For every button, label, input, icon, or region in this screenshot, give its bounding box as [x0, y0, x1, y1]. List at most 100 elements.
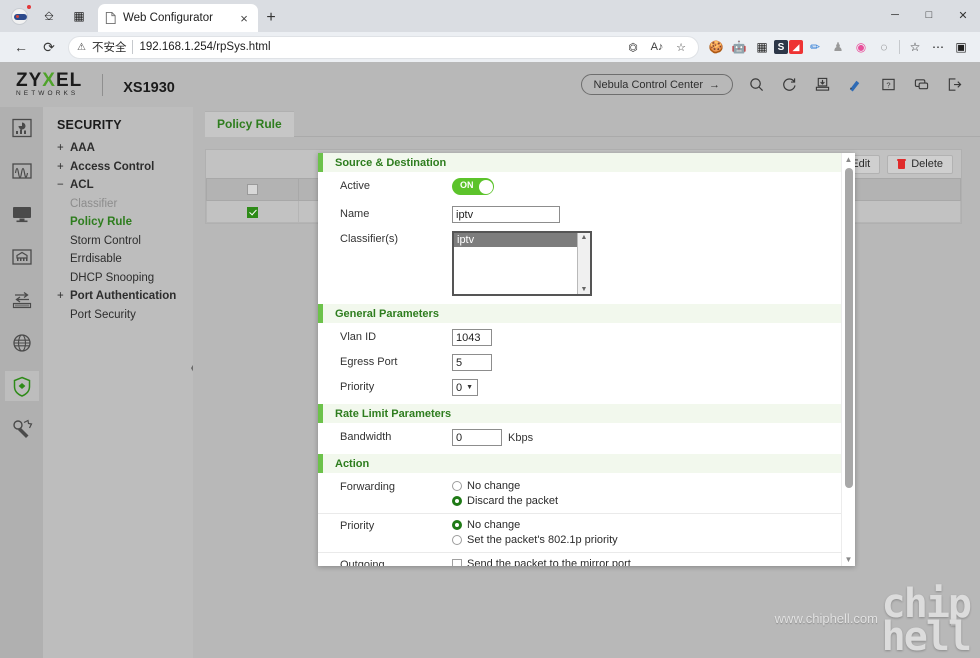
sidebar-nav: SECURITY + AAA + Access Control − ACL Cl… — [43, 107, 199, 658]
delete-button[interactable]: Delete — [887, 154, 953, 174]
row-checkbox[interactable] — [247, 206, 258, 218]
watermark: www.chiphell.com chip hell — [775, 581, 972, 658]
security-shield-icon[interactable] — [4, 371, 39, 401]
save-icon[interactable] — [813, 75, 832, 94]
sidebar-item-label: AAA — [70, 142, 95, 155]
select-all-header[interactable] — [206, 178, 299, 201]
maintenance-tools-icon[interactable] — [5, 414, 39, 444]
split-screen-icon[interactable]: ▦ — [751, 36, 773, 58]
sidebar-item-policy-rule[interactable]: Policy Rule — [43, 213, 193, 232]
priority-select[interactable]: 0 ▼ — [452, 379, 478, 396]
watermark-logo-line1: chip — [881, 581, 972, 628]
checkbox-icon — [452, 559, 462, 566]
chat-icon[interactable] — [912, 75, 931, 94]
browser-more-icon[interactable]: ⋯ — [927, 36, 949, 58]
forwarding-option-no-change[interactable]: No change — [452, 479, 841, 493]
reload-button[interactable]: ⟳ — [36, 34, 62, 60]
option-label: No change — [467, 480, 521, 492]
classifier-listbox[interactable]: iptv ▲ ▼ — [452, 231, 592, 296]
tab-close-icon[interactable]: × — [236, 12, 252, 25]
new-tab-button[interactable]: + — [258, 5, 284, 31]
refresh-icon[interactable] — [780, 75, 799, 94]
scroll-up-icon[interactable]: ▲ — [845, 153, 853, 166]
logo-divider — [102, 73, 104, 96]
expand-icon: + — [57, 290, 64, 303]
name-input[interactable]: iptv — [452, 206, 560, 223]
search-icon[interactable] — [747, 75, 766, 94]
egress-port-input[interactable]: 5 — [452, 354, 492, 371]
sidebar-item-dhcp-snooping[interactable]: DHCP Snooping — [43, 269, 193, 288]
window-maximize-button[interactable]: □ — [912, 0, 946, 30]
brand-name: ZYXEL — [16, 70, 83, 92]
favorites-icon[interactable]: ☆ — [904, 36, 926, 58]
outgoing-option-mirror-port[interactable]: Send the packet to the mirror port — [452, 557, 841, 566]
tab-split-icon[interactable]: ▦ — [64, 2, 94, 30]
window-close-button[interactable]: ✕ — [946, 0, 980, 30]
help-icon[interactable]: ? — [879, 75, 898, 94]
bandwidth-input[interactable]: 0 — [452, 429, 502, 446]
cookie-extension-icon[interactable]: 🍪 — [705, 36, 727, 58]
tab-policy-rule[interactable]: Policy Rule — [205, 111, 294, 137]
sidebar-item-errdisable[interactable]: Errdisable — [43, 250, 193, 269]
dashboard-icon[interactable] — [5, 113, 39, 143]
back-button[interactable]: ← — [8, 34, 34, 60]
person-extension-icon[interactable]: ♟ — [827, 36, 849, 58]
listbox-scrollbar[interactable]: ▲ ▼ — [577, 233, 590, 294]
page-favicon-icon — [105, 11, 116, 25]
section-header-action: Action — [318, 454, 841, 473]
sidebar-item-port-security[interactable]: Port Security — [43, 306, 193, 325]
scroll-up-icon[interactable]: ▲ — [581, 234, 588, 241]
port-icon[interactable] — [5, 242, 39, 272]
sidebar-item-label: Errdisable — [70, 253, 122, 266]
tab-collections-icon[interactable]: ⎒ — [34, 2, 64, 30]
s-badge-extension-icon[interactable]: S — [774, 40, 788, 54]
option-label: Send the packet to the mirror port — [467, 558, 631, 566]
window-minimize-button[interactable]: ─ — [878, 0, 912, 30]
nebula-control-center-button[interactable]: Nebula Control Center → — [580, 74, 733, 95]
option-label: Set the packet's 802.1p priority — [467, 534, 618, 546]
forwarding-option-discard[interactable]: Discard the packet — [452, 494, 841, 508]
ghost-extension-icon[interactable]: ◌ — [873, 36, 895, 58]
row-select-cell[interactable] — [206, 200, 299, 223]
sidebar-item-aaa[interactable]: + AAA — [43, 139, 193, 158]
logout-icon[interactable] — [945, 75, 964, 94]
dialog-scrollbar[interactable]: ▲ ▼ — [841, 153, 855, 566]
field-priority-general: Priority 0 ▼ — [318, 375, 841, 400]
monitor-waveform-icon[interactable] — [5, 156, 39, 186]
brand-subtitle: NETWORKS — [16, 90, 79, 98]
read-aloud-icon[interactable]: A♪ — [648, 41, 666, 53]
priority-option-no-change[interactable]: No change — [452, 518, 841, 532]
sidebar-item-classifier[interactable]: Classifier — [43, 195, 193, 214]
pink-circle-extension-icon[interactable]: ◉ — [850, 36, 872, 58]
select-all-checkbox[interactable] — [247, 184, 258, 196]
sidebar-item-acl[interactable]: − ACL — [43, 176, 193, 195]
scroll-down-icon[interactable]: ▼ — [581, 286, 588, 293]
vlan-id-input[interactable]: 1043 — [452, 329, 492, 346]
browser-tab[interactable]: Web Configurator × — [98, 4, 258, 32]
scrollbar-thumb[interactable] — [845, 168, 853, 488]
sidebar-item-storm-control[interactable]: Storm Control — [43, 232, 193, 251]
system-screen-icon[interactable] — [5, 199, 39, 229]
scroll-down-icon[interactable]: ▼ — [845, 553, 853, 566]
active-toggle[interactable]: ON — [452, 178, 494, 195]
pen-extension-icon[interactable]: ✏ — [804, 36, 826, 58]
field-classifiers: Classifier(s) iptv ▲ ▼ — [318, 227, 841, 300]
add-favorite-icon[interactable]: ☆ — [672, 41, 690, 54]
browser-window: ⎒ ▦ Web Configurator × + ─ □ ✕ ← ⟳ ⚠ 不安全… — [0, 0, 980, 658]
android-extension-icon[interactable]: 🤖 — [728, 36, 750, 58]
classifier-option-selected[interactable]: iptv — [454, 233, 590, 247]
wizard-icon[interactable] — [846, 75, 865, 94]
networking-globe-icon[interactable] — [5, 328, 39, 358]
arrow-right-icon: → — [709, 78, 720, 91]
sidebar-item-access-control[interactable]: + Access Control — [43, 158, 193, 177]
scrollbar-track[interactable] — [842, 166, 855, 553]
address-bar[interactable]: ⚠ 不安全 192.168.1.254/rpSys.html ⏣ A♪ ☆ — [68, 35, 699, 59]
sidebar-item-port-authentication[interactable]: + Port Authentication — [43, 287, 193, 306]
sidebar-toggle-icon[interactable]: ▣ — [950, 36, 972, 58]
share-icon[interactable]: ⏣ — [624, 41, 642, 54]
priority-option-set-8021p[interactable]: Set the packet's 802.1p priority — [452, 533, 841, 547]
red-extension-icon[interactable]: ◢ — [789, 40, 803, 54]
radio-icon — [452, 481, 462, 491]
active-toggle-label: ON — [460, 180, 474, 190]
switching-icon[interactable] — [5, 285, 39, 315]
